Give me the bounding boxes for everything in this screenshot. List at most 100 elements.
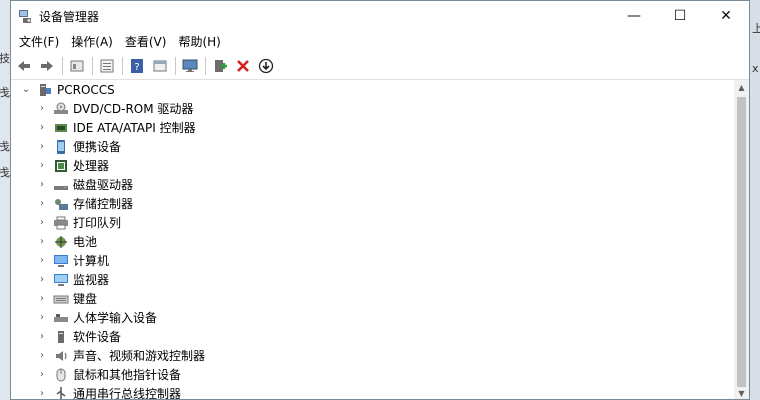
tree-item-monitor[interactable]: › 监视器 [11,270,735,289]
maximize-button[interactable]: ☐ [657,1,703,31]
chevron-right-icon[interactable]: › [35,236,49,247]
panel-button[interactable] [149,55,171,77]
forward-arrow-icon [41,61,53,71]
background-window-left: 技 戋 戋 戋 [0,0,10,400]
tree-item-portable[interactable]: › 便携设备 [11,137,735,156]
hid-icon [54,313,68,322]
chevron-right-icon[interactable]: › [35,160,49,171]
usb-icon [56,386,66,399]
chevron-right-icon[interactable]: › [35,350,49,361]
forward-button[interactable] [36,55,58,77]
monitor-icon [54,273,68,286]
vertical-scrollbar[interactable]: ▲ ▼ [734,80,749,399]
chevron-right-icon[interactable]: › [35,103,49,114]
menu-bar: 文件(F) 操作(A) 查看(V) 帮助(H) [11,31,749,53]
software-device-icon [58,330,64,343]
help-icon: ? [131,59,143,73]
close-button[interactable]: ✕ [703,1,749,31]
tree-item-printer[interactable]: › 打印队列 [11,213,735,232]
scrollbar-thumb[interactable] [737,97,746,387]
add-driver-button[interactable] [209,55,231,77]
sound-icon [56,350,67,361]
tree-item-storage[interactable]: › 存储控制器 [11,194,735,213]
tree-item-label: 打印队列 [73,216,122,230]
background-text: x [752,62,759,75]
properties-icon [70,60,84,72]
chevron-down-icon[interactable]: ⌄ [19,84,33,95]
tree-item-label: 电池 [73,235,98,249]
menu-help[interactable]: 帮助(H) [172,31,226,53]
tree-item-label: 磁盘驱动器 [73,178,134,192]
scan-hardware-button[interactable] [179,55,201,77]
chevron-right-icon[interactable]: › [35,217,49,228]
tree-item-label: 人体学输入设备 [73,311,158,325]
menu-view[interactable]: 查看(V) [119,31,173,53]
battery-icon [55,235,67,248]
tree-item-mouse[interactable]: › 鼠标和其他指针设备 [11,365,735,384]
tree-item-processor[interactable]: › 处理器 [11,156,735,175]
tree-item-label: IDE ATA/ATAPI 控制器 [73,121,196,135]
tree-item-label: 键盘 [73,292,98,306]
device-tree: ⌄ PCROCCS › DVD/CD-ROM 驱动器 › IDE ATA/ATA… [11,80,735,400]
device-manager-window: 设备管理器 — ☐ ✕ 文件(F) 操作(A) 查看(V) 帮助(H) ? ⌄ … [10,0,750,400]
tree-item-software[interactable]: › 软件设备 [11,327,735,346]
background-text: 技 [0,52,10,65]
minimize-button[interactable]: — [611,1,657,31]
tree-item-disk[interactable]: › 磁盘驱动器 [11,175,735,194]
window-title: 设备管理器 [39,9,100,24]
tree-item-label: 声音、视频和游戏控制器 [73,349,206,363]
menu-file[interactable]: 文件(F) [13,31,65,53]
update-driver-button[interactable] [255,55,277,77]
svg-text:?: ? [134,62,139,73]
back-button[interactable] [13,55,35,77]
tree-item-battery[interactable]: › 电池 [11,232,735,251]
scroll-up-arrow-icon[interactable]: ▲ [734,80,749,95]
tree-root[interactable]: ⌄ PCROCCS [11,80,735,99]
scroll-down-arrow-icon[interactable]: ▼ [734,386,749,399]
background-text: 戋 [0,86,10,99]
chevron-right-icon[interactable]: › [35,198,49,209]
toolbar-separator [205,57,206,75]
tree-item-usb[interactable]: › 通用串行总线控制器 [11,384,735,400]
tree-item-label: DVD/CD-ROM 驱动器 [73,102,194,116]
menu-action[interactable]: 操作(A) [65,31,119,53]
chevron-right-icon[interactable]: › [35,331,49,342]
storage-controller-icon [55,198,68,210]
uninstall-device-button[interactable] [232,55,254,77]
list-view-button[interactable] [96,55,118,77]
ide-controller-icon [55,123,67,132]
printer-icon [54,216,68,229]
tree-item-computer[interactable]: › 计算机 [11,251,735,270]
title-bar[interactable]: 设备管理器 — ☐ ✕ [11,1,749,31]
tree-item-dvd[interactable]: › DVD/CD-ROM 驱动器 [11,99,735,118]
chevron-right-icon[interactable]: › [35,255,49,266]
list-view-icon [100,59,114,73]
background-text: 上 [752,22,760,35]
help-button[interactable]: ? [126,55,148,77]
background-text: 戋 [0,166,10,179]
update-driver-icon [258,58,274,74]
chevron-right-icon[interactable]: › [35,388,49,399]
tree-item-ide[interactable]: › IDE ATA/ATAPI 控制器 [11,118,735,137]
chevron-right-icon[interactable]: › [35,122,49,133]
tree-root-label: PCROCCS [57,82,115,97]
tree-item-keyboard[interactable]: › 键盘 [11,289,735,308]
toolbar: ? [11,53,749,80]
tree-item-label: 监视器 [73,273,110,287]
tree-item-label: 便携设备 [73,140,122,154]
chevron-right-icon[interactable]: › [35,179,49,190]
tree-item-label: 通用串行总线控制器 [73,387,182,400]
monitor-scan-icon [182,59,198,72]
chevron-right-icon[interactable]: › [35,369,49,380]
tree-item-sound[interactable]: › 声音、视频和游戏控制器 [11,346,735,365]
properties-button[interactable] [66,55,88,77]
chevron-right-icon[interactable]: › [35,141,49,152]
chevron-right-icon[interactable]: › [35,312,49,323]
tree-item-hid[interactable]: › 人体学输入设备 [11,308,735,327]
panel-icon [153,60,167,72]
chevron-right-icon[interactable]: › [35,274,49,285]
toolbar-separator [62,57,63,75]
tree-item-label: 处理器 [73,159,110,173]
dvd-icon [54,102,68,114]
chevron-right-icon[interactable]: › [35,293,49,304]
